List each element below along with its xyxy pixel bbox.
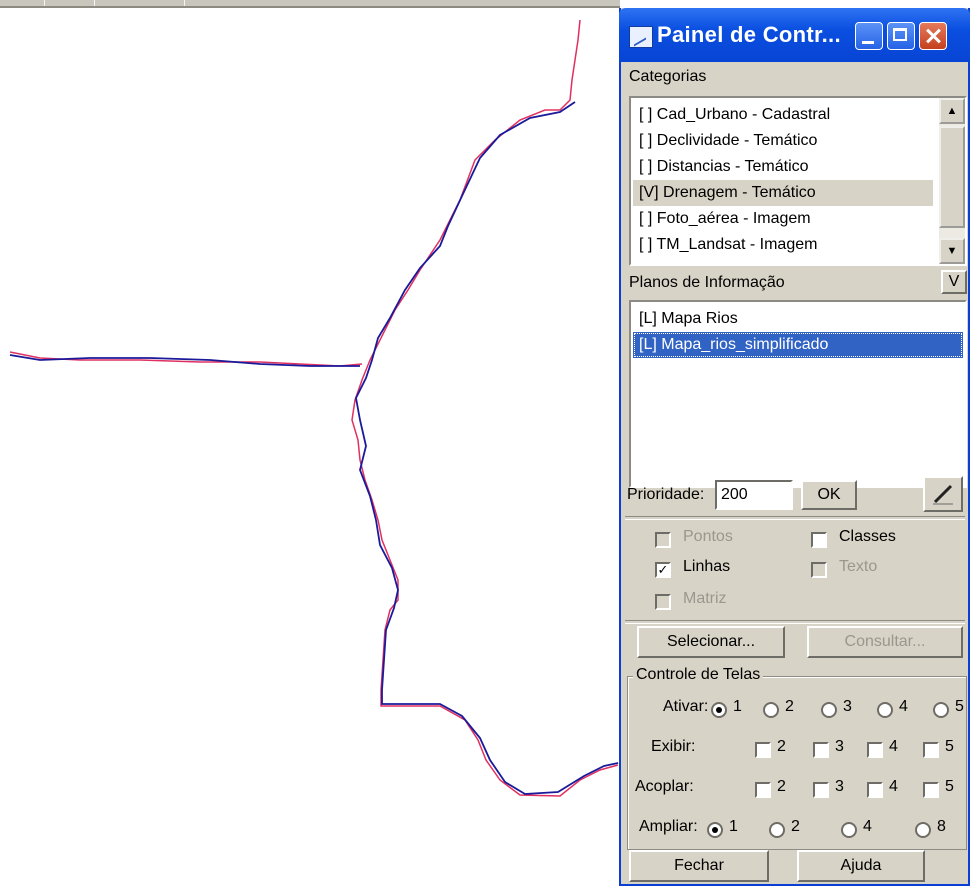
edit-style-button[interactable]	[923, 476, 963, 512]
linhas-checkbox[interactable]: ✓	[655, 562, 671, 578]
ampliar-radio-4[interactable]	[841, 822, 857, 838]
plano-item[interactable]: [L] Mapa_rios_simplificado	[633, 332, 963, 358]
planos-toggle-button[interactable]: V	[941, 270, 967, 294]
close-button[interactable]	[919, 22, 947, 50]
planos-label: Planos de Informação	[629, 274, 785, 291]
ampliar-option-label: 2	[791, 818, 800, 835]
matriz-checkbox[interactable]	[655, 594, 671, 610]
ativar-option-label: 3	[843, 698, 852, 715]
fechar-button[interactable]: Fechar	[629, 850, 769, 882]
exibir-option-label: 5	[945, 738, 954, 755]
planos-items: [L] Mapa Rios [L] Mapa_rios_simplificado	[633, 306, 963, 358]
river-original-line	[351, 19, 619, 797]
exibir-checkbox-5[interactable]	[923, 742, 939, 758]
window-title: Painel de Contr...	[657, 22, 841, 47]
maximize-button[interactable]	[887, 22, 915, 50]
linhas-label: Linhas	[683, 558, 731, 575]
categorias-label: Categorias	[629, 68, 707, 85]
separator	[625, 516, 965, 520]
arrow-up-icon: ▲	[946, 105, 958, 117]
ativar-radio-1[interactable]	[711, 702, 727, 718]
categoria-item[interactable]: [ ] Distancias - Temático	[633, 154, 933, 180]
consultar-button[interactable]: Consultar...	[807, 626, 963, 658]
scroll-thumb[interactable]	[939, 126, 965, 228]
ok-label: OK	[817, 486, 841, 503]
ativar-option-label: 2	[785, 698, 794, 715]
fechar-label: Fechar	[674, 857, 724, 874]
ampliar-radio-8[interactable]	[915, 822, 931, 838]
classes-label: Classes	[839, 528, 896, 545]
ativar-option-label: 1	[733, 698, 742, 715]
categoria-item[interactable]: [ ] Foto_aérea - Imagem	[633, 206, 933, 232]
ativar-radio-3[interactable]	[821, 702, 837, 718]
minimize-button[interactable]	[855, 22, 883, 50]
selecionar-label: Selecionar...	[666, 633, 756, 650]
map-app-icon	[629, 26, 653, 48]
prioridade-input[interactable]: 200	[715, 480, 793, 510]
categorias-listbox[interactable]: [ ] Cad_Urbano - Cadastral[ ] Declividad…	[629, 96, 967, 266]
ativar-option-label: 4	[899, 698, 908, 715]
selecionar-button[interactable]: Selecionar...	[637, 626, 785, 658]
classes-checkbox[interactable]	[811, 532, 827, 548]
check-icon: ✓	[657, 562, 669, 577]
ativar-option-label: 5	[955, 698, 964, 715]
exibir-checkbox-3[interactable]	[813, 742, 829, 758]
ativar-label: Ativar:	[663, 698, 709, 715]
ativar-radio-4[interactable]	[877, 702, 893, 718]
arrow-down-icon: ▼	[946, 245, 958, 257]
controle-de-telas-title: Controle de Telas	[633, 666, 764, 684]
acoplar-checkbox-4[interactable]	[867, 782, 883, 798]
categoria-item[interactable]: [ ] TM_Landsat - Imagem	[633, 232, 933, 258]
texto-label: Texto	[839, 558, 878, 575]
control-panel-window: Painel de Contr... Categorias [ ] Cad_Ur…	[619, 8, 970, 886]
texto-checkbox[interactable]	[811, 562, 827, 578]
ajuda-button[interactable]: Ajuda	[797, 850, 925, 882]
ampliar-option-label: 1	[729, 818, 738, 835]
window-titlebar[interactable]: Painel de Contr...	[619, 8, 970, 62]
acoplar-option-label: 5	[945, 778, 954, 795]
ativar-radio-2[interactable]	[763, 702, 779, 718]
exibir-option-label: 3	[835, 738, 844, 755]
ativar-radio-5[interactable]	[933, 702, 949, 718]
acoplar-option-label: 3	[835, 778, 844, 795]
exibir-option-label: 2	[777, 738, 786, 755]
categoria-item[interactable]: [V] Drenagem - Temático	[633, 180, 933, 206]
plano-item[interactable]: [L] Mapa Rios	[633, 306, 963, 332]
acoplar-checkbox-2[interactable]	[755, 782, 771, 798]
categoria-item[interactable]: [ ] Declividade - Temático	[633, 128, 933, 154]
ampliar-option-label: 4	[863, 818, 872, 835]
scroll-down-button[interactable]: ▼	[939, 238, 965, 264]
pontos-label: Pontos	[683, 528, 733, 545]
ampliar-option-label: 8	[937, 818, 946, 835]
matriz-label: Matriz	[683, 590, 727, 607]
planos-toggle-label: V	[948, 273, 960, 290]
exibir-label: Exibir:	[651, 738, 696, 755]
prioridade-label: Prioridade:	[627, 486, 705, 503]
acoplar-option-label: 2	[777, 778, 786, 795]
scroll-up-button[interactable]: ▲	[939, 98, 965, 124]
categorias-items: [ ] Cad_Urbano - Cadastral[ ] Declividad…	[633, 102, 933, 258]
categorias-scrollbar[interactable]: ▲ ▼	[939, 98, 965, 264]
exibir-option-label: 4	[889, 738, 898, 755]
separator	[625, 620, 965, 624]
ampliar-radio-1[interactable]	[707, 822, 723, 838]
consultar-label: Consultar...	[844, 633, 926, 650]
acoplar-label: Acoplar:	[635, 778, 694, 795]
categoria-item[interactable]: [ ] Cad_Urbano - Cadastral	[633, 102, 933, 128]
pencil-icon	[933, 484, 953, 505]
planos-listbox[interactable]: [L] Mapa Rios [L] Mapa_rios_simplificado	[629, 300, 967, 488]
acoplar-checkbox-5[interactable]	[923, 782, 939, 798]
ajuda-label: Ajuda	[840, 857, 882, 874]
acoplar-option-label: 4	[889, 778, 898, 795]
exibir-checkbox-2[interactable]	[755, 742, 771, 758]
exibir-checkbox-4[interactable]	[867, 742, 883, 758]
pontos-checkbox[interactable]	[655, 532, 671, 548]
ampliar-label: Ampliar:	[639, 818, 698, 835]
ampliar-radio-2[interactable]	[769, 822, 785, 838]
ok-button[interactable]: OK	[801, 480, 857, 510]
river-simplified-line	[355, 101, 619, 795]
acoplar-checkbox-3[interactable]	[813, 782, 829, 798]
